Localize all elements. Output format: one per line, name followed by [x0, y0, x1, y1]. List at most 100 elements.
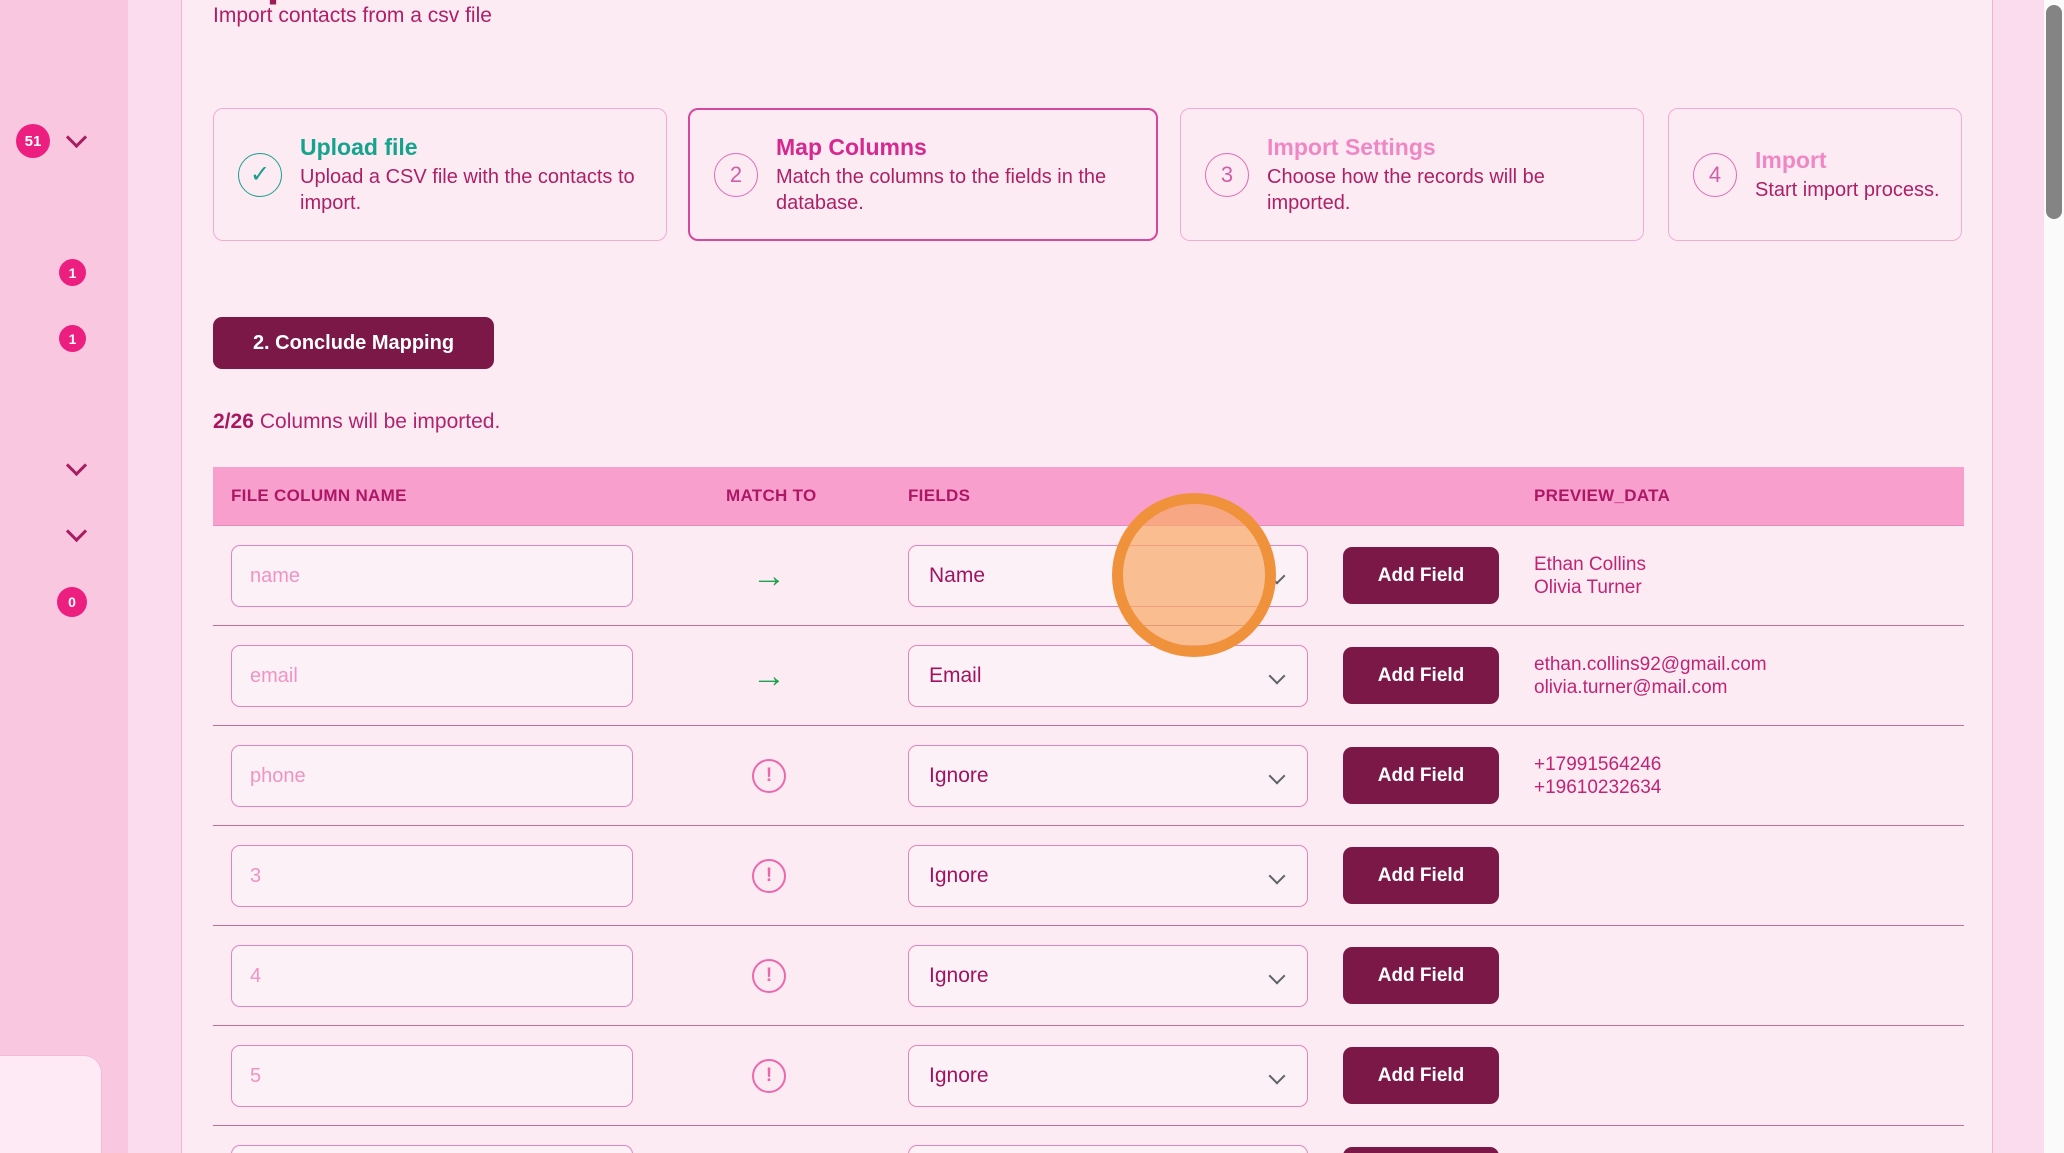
sidebar-count-badge[interactable]: 1 [59, 325, 86, 352]
header-preview-data: PREVIEW_DATA [1534, 486, 1670, 506]
add-field-button[interactable]: Add Field [1343, 547, 1499, 604]
table-row: ! Ignore Add Field [213, 926, 1964, 1026]
add-field-button[interactable]: Add Field [1343, 1147, 1499, 1153]
arrow-right-icon: → [752, 559, 786, 593]
add-field-button[interactable]: Add Field [1343, 647, 1499, 704]
warning-icon: ! [752, 759, 786, 793]
file-column-name-input[interactable] [231, 945, 633, 1007]
step-title: Upload file [300, 134, 648, 161]
header-fields: FIELDS [908, 486, 970, 506]
table-row: Add Field [213, 1126, 1964, 1153]
header-match-to: MATCH TO [726, 486, 817, 506]
warning-icon: ! [752, 959, 786, 993]
add-field-button[interactable]: Add Field [1343, 847, 1499, 904]
preview-data: Ethan CollinsOlivia Turner [1534, 553, 1646, 599]
match-warning-icon: ! [749, 1056, 789, 1096]
field-select-value: Ignore [929, 864, 989, 888]
table-row: ! Ignore Add Field [213, 826, 1964, 926]
field-select[interactable]: Email [908, 645, 1308, 707]
mapping-table: FILE COLUMN NAME MATCH TO FIELDS PREVIEW… [213, 467, 1964, 1153]
step-title: Import Settings [1267, 134, 1625, 161]
step-card-map-columns[interactable]: 2 Map Columns Match the columns to the f… [688, 108, 1158, 241]
table-row: → Email Add Field ethan.collins92@gmail.com… [213, 626, 1964, 726]
mapping-table-body: → Name Add Field Ethan CollinsOlivia Turner… [213, 526, 1964, 1153]
preview-data: +17991564246+19610232634 [1534, 753, 1661, 799]
table-row: ! Ignore Add Field +17991564246+19610232634 [213, 726, 1964, 826]
chevron-down-icon [1269, 668, 1286, 685]
preview-line: Olivia Turner [1534, 576, 1646, 599]
sidebar-count-badge[interactable]: 51 [16, 124, 50, 158]
left-sidebar: 51 1 1 0 [0, 0, 128, 1153]
columns-progress-text: 2/26Columns will be imported. [213, 410, 500, 434]
chevron-down-icon [1269, 1068, 1286, 1085]
match-warning-icon: ! [749, 756, 789, 796]
preview-line: +19610232634 [1534, 776, 1661, 799]
chevron-down-icon[interactable] [66, 521, 87, 542]
vertical-scrollbar[interactable] [2044, 0, 2064, 1153]
sidebar-count-badge[interactable]: 0 [57, 587, 87, 617]
warning-icon: ! [752, 1059, 786, 1093]
columns-progress-count: 2/26 [213, 410, 254, 433]
step-card-upload-file[interactable]: ✓ Upload file Upload a CSV file with the… [213, 108, 667, 241]
file-column-name-input[interactable] [231, 845, 633, 907]
bottom-left-panel [0, 1055, 102, 1153]
step-number-icon: 4 [1693, 153, 1737, 197]
warning-icon: ! [752, 859, 786, 893]
file-column-name-input[interactable] [231, 1145, 633, 1153]
preview-line: olivia.turner@mail.com [1534, 676, 1767, 699]
step-title: Import [1755, 147, 1940, 174]
preview-line: Ethan Collins [1534, 553, 1646, 576]
step-number-icon: 3 [1205, 153, 1249, 197]
match-arrow-icon: → [749, 556, 789, 596]
field-select[interactable] [908, 1145, 1308, 1153]
chevron-down-icon [1269, 968, 1286, 985]
field-select-value: Ignore [929, 1064, 989, 1088]
preview-data: ethan.collins92@gmail.comolivia.turner@m… [1534, 653, 1767, 699]
file-column-name-input[interactable] [231, 545, 633, 607]
step-description: Match the columns to the fields in the d… [776, 164, 1138, 216]
field-select-value: Name [929, 564, 985, 588]
file-column-name-input[interactable] [231, 1045, 633, 1107]
field-select[interactable]: Ignore [908, 845, 1308, 907]
preview-line: ethan.collins92@gmail.com [1534, 653, 1767, 676]
chevron-down-icon[interactable] [66, 127, 87, 148]
arrow-right-icon: → [752, 659, 786, 693]
field-select[interactable]: Ignore [908, 745, 1308, 807]
header-file-column-name: FILE COLUMN NAME [231, 486, 407, 506]
file-column-name-input[interactable] [231, 745, 633, 807]
mapping-table-header: FILE COLUMN NAME MATCH TO FIELDS PREVIEW… [213, 467, 1964, 526]
preview-line: +17991564246 [1534, 753, 1661, 776]
field-select[interactable]: Name [908, 545, 1308, 607]
table-row: → Name Add Field Ethan CollinsOlivia Turner [213, 526, 1964, 626]
step-number-icon: 2 [714, 153, 758, 197]
table-row: ! Ignore Add Field [213, 1026, 1964, 1126]
field-select-value: Email [929, 664, 982, 688]
scrollbar-thumb[interactable] [2046, 5, 2062, 219]
file-column-name-input[interactable] [231, 645, 633, 707]
step-description: Start import process. [1755, 177, 1940, 203]
step-description: Choose how the records will be imported. [1267, 164, 1625, 216]
field-select-value: Ignore [929, 764, 989, 788]
field-select[interactable]: Ignore [908, 945, 1308, 1007]
step-card-import[interactable]: 4 Import Start import process. [1668, 108, 1962, 241]
import-wizard-panel: Import contacts Import contacts from a c… [181, 0, 1993, 1153]
step-description: Upload a CSV file with the contacts to i… [300, 164, 648, 216]
chevron-down-icon[interactable] [66, 455, 87, 476]
conclude-mapping-button[interactable]: 2. Conclude Mapping [213, 317, 494, 369]
add-field-button[interactable]: Add Field [1343, 947, 1499, 1004]
field-select-value: Ignore [929, 964, 989, 988]
step-card-import-settings[interactable]: 3 Import Settings Choose how the records… [1180, 108, 1644, 241]
match-warning-icon: ! [749, 956, 789, 996]
match-arrow-icon: → [749, 656, 789, 696]
field-select[interactable]: Ignore [908, 1045, 1308, 1107]
match-warning-icon: ! [749, 856, 789, 896]
check-icon: ✓ [238, 153, 282, 197]
chevron-down-icon [1269, 568, 1286, 585]
add-field-button[interactable]: Add Field [1343, 747, 1499, 804]
step-title: Map Columns [776, 134, 1138, 161]
chevron-down-icon [1269, 868, 1286, 885]
add-field-button[interactable]: Add Field [1343, 1047, 1499, 1104]
chevron-down-icon [1269, 768, 1286, 785]
page-subtitle: Import contacts from a csv file [213, 4, 492, 28]
sidebar-count-badge[interactable]: 1 [59, 259, 86, 286]
